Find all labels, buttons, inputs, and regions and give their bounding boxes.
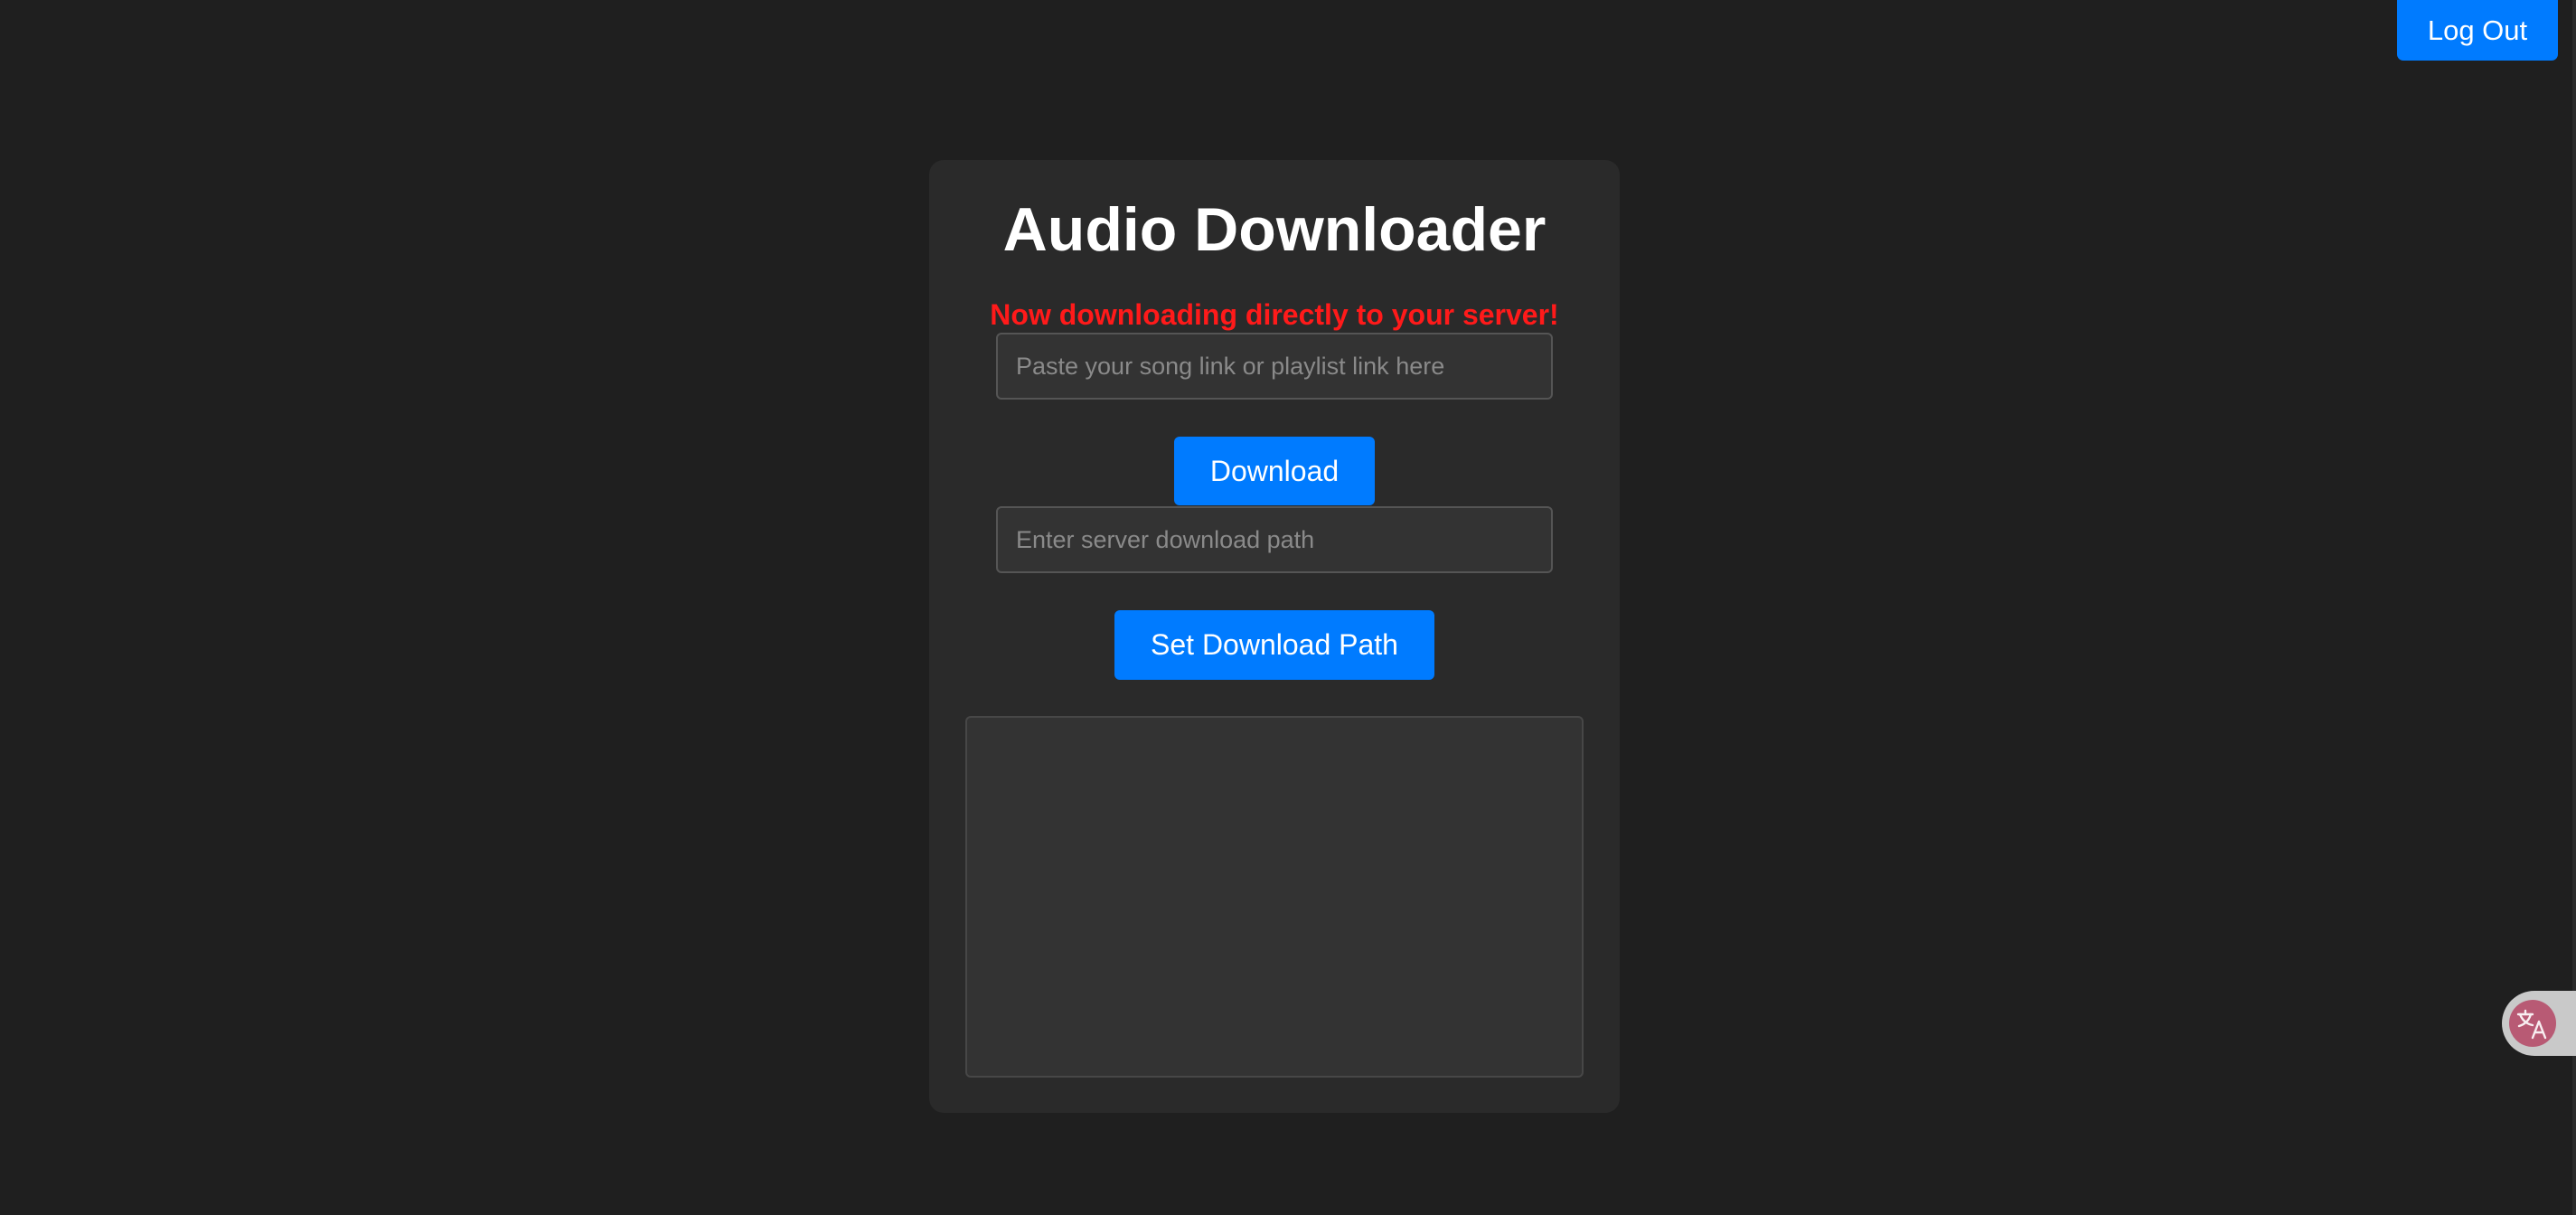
download-path-input[interactable] <box>996 506 1553 573</box>
set-download-path-button[interactable]: Set Download Path <box>1114 610 1434 680</box>
translate-widget[interactable] <box>2502 991 2576 1056</box>
page-title: Audio Downloader <box>1002 195 1547 264</box>
song-link-input[interactable] <box>996 333 1553 400</box>
download-button[interactable]: Download <box>1174 437 1375 505</box>
output-log-area[interactable] <box>965 716 1584 1078</box>
translate-icon <box>2509 1000 2556 1047</box>
logout-button[interactable]: Log Out <box>2397 0 2558 61</box>
server-download-notice: Now downloading directly to your server! <box>990 298 1559 331</box>
